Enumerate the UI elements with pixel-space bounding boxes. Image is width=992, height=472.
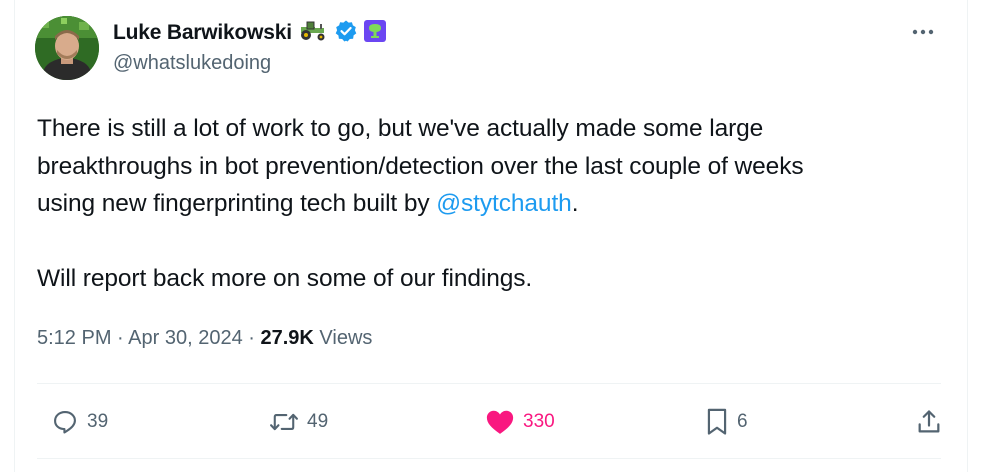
mention-link[interactable]: @stytchauth [436, 190, 572, 217]
tweet-text-line: Will report back more on some of our fin… [37, 265, 533, 292]
reply-button[interactable]: 39 [51, 400, 108, 444]
repost-button[interactable]: 49 [269, 400, 328, 444]
tweet-text-line: using new fingerprinting tech built by @… [37, 185, 957, 223]
meta-separator: · [111, 327, 129, 349]
share-button[interactable] [915, 400, 943, 444]
heart-icon [485, 408, 515, 436]
like-button[interactable]: 330 [485, 400, 555, 444]
tweet-date[interactable]: Apr 30, 2024 [128, 327, 243, 349]
tweet-text: There is still a lot of work to go, but … [37, 110, 957, 298]
reply-icon [51, 408, 79, 436]
views-label: Views [313, 327, 373, 349]
tweet-text-line: There is still a lot of work to go, but … [37, 115, 764, 142]
author-display-name[interactable]: Luke Barwikowski [113, 21, 292, 45]
author-name-row: Luke Barwikowski [113, 19, 386, 48]
divider [37, 458, 941, 459]
action-bar: 39 49 330 6 [37, 400, 941, 444]
divider [37, 383, 941, 384]
like-count: 330 [523, 411, 555, 432]
affiliate-badge-icon[interactable] [363, 19, 386, 47]
avatar[interactable] [35, 16, 99, 80]
author-handle[interactable]: @whatslukedoing [113, 52, 271, 75]
bookmark-button[interactable]: 6 [705, 400, 748, 444]
views-count[interactable]: 27.9K [260, 327, 313, 349]
tweet-time[interactable]: 5:12 PM [37, 327, 111, 349]
reply-count: 39 [87, 411, 109, 432]
more-options-icon[interactable] [909, 22, 937, 42]
meta-separator: · [242, 327, 261, 349]
bookmark-icon [705, 407, 729, 437]
tweet-meta: 5:12 PM · Apr 30, 2024 · 27.9K Views [37, 327, 372, 350]
repost-count: 49 [307, 411, 329, 432]
bookmark-count: 6 [737, 411, 748, 432]
tweet-text-segment: using new fingerprinting tech built by [37, 190, 437, 217]
tweet-text-segment: . [571, 190, 579, 217]
share-icon [915, 408, 943, 436]
tractor-icon [298, 20, 328, 47]
tweet-card: Luke Barwikowski @whatslukedoing There i… [14, 0, 968, 472]
verified-badge-icon[interactable] [334, 19, 358, 48]
tweet-text-line: breakthroughs in bot prevention/detectio… [37, 152, 804, 180]
repost-icon [269, 408, 299, 436]
